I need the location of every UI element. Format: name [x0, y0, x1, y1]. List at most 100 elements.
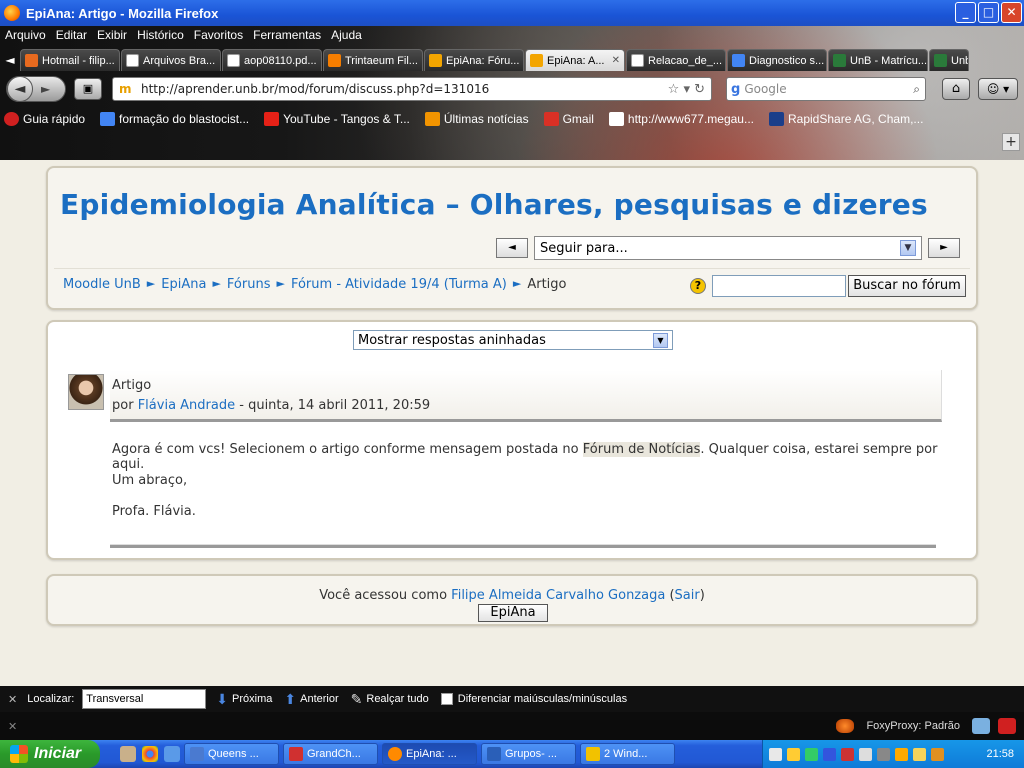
minimize-button[interactable]: _	[955, 2, 976, 23]
start-button[interactable]: Iniciar	[0, 740, 100, 768]
tray-icon[interactable]	[877, 747, 890, 761]
clock[interactable]: 21:58	[986, 748, 1014, 760]
tray-icon[interactable]	[841, 747, 854, 761]
chrome-icon[interactable]	[142, 746, 158, 762]
tab-arquivos[interactable]: Arquivos Bra...	[121, 49, 221, 71]
unb-icon	[934, 54, 947, 67]
close-tab-icon[interactable]: ✕	[612, 55, 620, 66]
menu-ajuda[interactable]: Ajuda	[326, 26, 367, 46]
avatar[interactable]	[68, 374, 104, 410]
ie-icon[interactable]	[164, 746, 180, 762]
prev-activity-button[interactable]: ◄	[496, 238, 528, 258]
breadcrumb-forum[interactable]: Fórum - Atividade 19/4 (Turma A)	[291, 277, 507, 292]
tab-unb-matricula[interactable]: UnB - Matrícu...	[828, 49, 928, 71]
tab-label: Hotmail - filip...	[42, 54, 115, 67]
tab-trintaeum[interactable]: Trintaeum Fil...	[323, 49, 423, 71]
taskbar-item-queens[interactable]: Queens ...	[184, 743, 279, 765]
tab-epiana-forum[interactable]: EpiAna: Fóru...	[424, 49, 524, 71]
breadcrumb-foruns[interactable]: Fóruns	[227, 277, 271, 292]
tray-icon[interactable]	[787, 747, 800, 761]
history-button[interactable]: ▣	[74, 78, 102, 100]
match-case-checkbox[interactable]: Diferenciar maiúsculas/minúsculas	[440, 693, 627, 705]
forward-arrow-icon[interactable]: ►	[41, 82, 50, 96]
tab-scroll-left-icon[interactable]: ◄	[0, 49, 20, 71]
highlight-all-button[interactable]: ✎ Realçar tudo	[351, 691, 429, 708]
find-next-button[interactable]: ⬇ Próxima	[216, 691, 272, 708]
find-prev-button[interactable]: ⬆ Anterior	[284, 691, 338, 708]
help-icon[interactable]: ?	[690, 278, 706, 294]
addon-bird-icon[interactable]	[972, 718, 990, 734]
find-prev-label: Anterior	[300, 693, 339, 705]
search-bar[interactable]: g Google ⌕	[726, 77, 926, 101]
back-arrow-icon[interactable]: ◄	[7, 76, 33, 102]
user-profile-link[interactable]: Filipe Almeida Carvalho Gonzaga	[451, 588, 665, 603]
menu-exibir[interactable]: Exibir	[92, 26, 132, 46]
forum-search-button[interactable]: Buscar no fórum	[848, 275, 966, 297]
bookmark-ultimas-noticias[interactable]: Últimas notícias	[421, 112, 529, 126]
next-activity-button[interactable]: ►	[928, 238, 960, 258]
post-author-line: por Flávia Andrade - quinta, 14 abril 20…	[112, 398, 430, 413]
bookmark-star-icon[interactable]: ☆ ▾ ↻	[668, 82, 705, 97]
search-icon[interactable]: ⌕	[913, 82, 920, 97]
tray-icon[interactable]	[913, 747, 926, 761]
menu-historico[interactable]: Histórico	[132, 26, 189, 46]
home-icon[interactable]: ⌂	[942, 78, 970, 100]
bookmark-gmail[interactable]: Gmail	[540, 112, 594, 126]
tab-hotmail[interactable]: Hotmail - filip...	[20, 49, 120, 71]
post-paragraph-2: Um abraço,	[112, 473, 188, 488]
menu-editar[interactable]: Editar	[51, 26, 92, 46]
tray-icon[interactable]	[859, 747, 872, 761]
display-mode-select[interactable]: Mostrar respostas aninhadas ▼	[353, 330, 673, 350]
word-icon	[487, 747, 501, 761]
close-button[interactable]: ✕	[1001, 2, 1022, 23]
menu-ferramentas[interactable]: Ferramentas	[248, 26, 326, 46]
bookmark-rapidshare[interactable]: RapidShare AG, Cham,...	[765, 112, 923, 126]
tab-relacao[interactable]: Relacao_de_...	[626, 49, 726, 71]
bookmark-megaupload[interactable]: http://www677.megau...	[605, 112, 754, 126]
tray-icon[interactable]	[931, 747, 944, 761]
bookmark-blastocisto[interactable]: formação do blastocist...	[96, 112, 249, 126]
forum-search: ? Buscar no fórum	[690, 275, 966, 297]
highlighter-icon: ✎	[350, 690, 363, 707]
menu-favoritos[interactable]: Favoritos	[189, 26, 248, 46]
page-icon	[608, 112, 624, 126]
close-findbar-icon[interactable]: ✕	[8, 693, 17, 706]
addon-red-icon[interactable]	[998, 718, 1016, 734]
taskbar-item-windows[interactable]: 2 Wind...	[580, 743, 675, 765]
breadcrumb-epiana[interactable]: EpiAna	[161, 277, 206, 292]
taskbar-item-grupos[interactable]: Grupos- ...	[481, 743, 576, 765]
course-home-button[interactable]: EpiAna	[478, 604, 548, 622]
maximize-button[interactable]: □	[978, 2, 999, 23]
forum-search-input[interactable]	[712, 275, 846, 297]
close-statusbar-icon[interactable]: ✕	[8, 720, 17, 733]
addon-icon[interactable]: ☺ ▾	[978, 78, 1018, 100]
menu-arquivo[interactable]: Arquivo	[0, 26, 51, 46]
tray-icon[interactable]	[769, 747, 782, 761]
new-tab-icon[interactable]: +	[1002, 133, 1020, 151]
bookmark-guia-rapido[interactable]: Guia rápido	[0, 112, 85, 126]
post-footer	[110, 544, 936, 548]
bookmark-youtube[interactable]: YouTube - Tangos & T...	[260, 112, 410, 126]
foxyproxy-status[interactable]: FoxyProxy: Padrão	[836, 718, 1024, 734]
tab-aop[interactable]: aop08110.pd...	[222, 49, 322, 71]
jump-to-value: Seguir para...	[540, 240, 628, 256]
find-input[interactable]	[82, 689, 207, 709]
post-author-link[interactable]: Flávia Andrade	[138, 398, 235, 413]
tray-icon[interactable]	[895, 747, 908, 761]
tray-icon[interactable]	[823, 747, 836, 761]
breadcrumb-moodle[interactable]: Moodle UnB	[63, 277, 141, 292]
url-bar[interactable]: m http://aprender.unb.br/mod/forum/discu…	[112, 77, 712, 101]
forum-de-noticias-link[interactable]: Fórum de Notícias	[582, 442, 701, 457]
show-desktop-icon[interactable]	[120, 746, 136, 762]
tray-icon[interactable]	[805, 747, 818, 761]
jump-to-select[interactable]: Seguir para... ▼	[534, 236, 922, 260]
google-icon	[100, 112, 116, 126]
taskbar-item-epiana[interactable]: EpiAna: ...	[382, 743, 477, 765]
tab-unb[interactable]: Unb	[929, 49, 969, 71]
tab-diagnostico[interactable]: Diagnostico s...	[727, 49, 827, 71]
taskbar-item-grandch[interactable]: GrandCh...	[283, 743, 378, 765]
breadcrumb-current: Artigo	[527, 277, 567, 292]
youtube-icon	[264, 112, 280, 126]
tab-epiana-artigo[interactable]: EpiAna: A... ✕	[525, 49, 625, 71]
logout-link[interactable]: Sair	[675, 588, 700, 603]
